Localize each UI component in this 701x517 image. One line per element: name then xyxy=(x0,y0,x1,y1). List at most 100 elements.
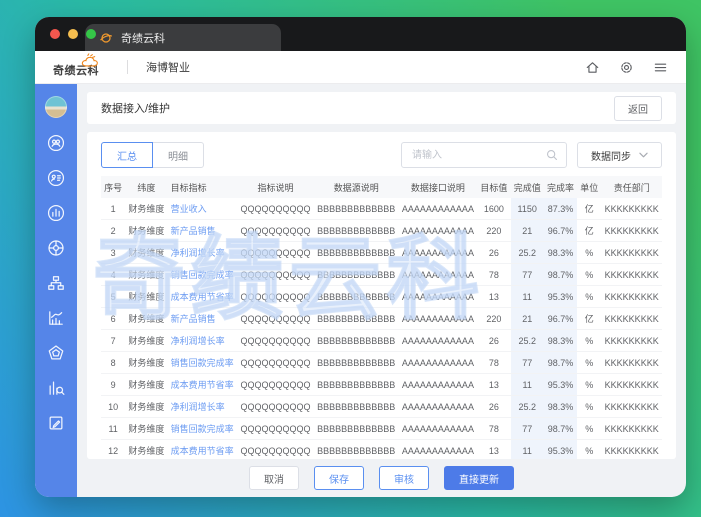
cell-interface_desc: AAAAAAAAAAAA xyxy=(398,241,478,264)
org-name: 海博智业 xyxy=(146,62,190,74)
cell-rate: 96.7% xyxy=(543,307,578,330)
sidebar-analytics-search-icon[interactable] xyxy=(46,378,66,398)
cell-unit: % xyxy=(577,241,602,264)
cell-completed: 1150 xyxy=(510,198,544,220)
cell-interface_desc: AAAAAAAAAAAA xyxy=(398,417,478,440)
cell-department: KKKKKKKKK xyxy=(601,263,662,286)
tab-detail[interactable]: 明细 xyxy=(152,142,204,168)
column-header-interface_desc: 数据接口说明 xyxy=(398,176,478,198)
cell-source_desc: BBBBBBBBBBBBB xyxy=(313,285,399,308)
sidebar-globe-icon[interactable] xyxy=(46,238,66,258)
cell-target: 26 xyxy=(477,241,511,264)
data-sync-button[interactable]: 数据同步 xyxy=(577,142,662,168)
table-row: 7 财务维度 净利润增长率 QQQQQQQQQQ BBBBBBBBBBBBB AAAAAA… xyxy=(101,329,662,352)
cell-rate: 98.7% xyxy=(543,417,578,440)
table-row: 10 财务维度 净利润增长率 QQQQQQQQQQ BBBBBBBBBBBBB AAAAA… xyxy=(101,395,662,418)
cell-department: KKKKKKKKK xyxy=(601,307,662,330)
save-button[interactable]: 保存 xyxy=(314,466,364,490)
back-button[interactable]: 返回 xyxy=(614,95,662,121)
cell-indicator[interactable]: 成本费用节省率 xyxy=(167,439,238,459)
user-avatar[interactable] xyxy=(45,96,67,118)
table-row: 4 财务维度 销售回款完成率 QQQQQQQQQQ BBBBBBBBBBBBB AAAAA… xyxy=(101,263,662,286)
home-icon[interactable] xyxy=(585,60,600,75)
cell-indicator[interactable]: 新产品销售 xyxy=(167,219,238,242)
sidebar-contacts-icon[interactable] xyxy=(46,168,66,188)
cell-seq: 3 xyxy=(101,241,126,264)
cell-indicator[interactable]: 销售回款完成率 xyxy=(167,417,238,440)
cell-seq: 11 xyxy=(101,417,126,440)
cell-indicator[interactable]: 净利润增长率 xyxy=(167,395,238,418)
cell-rate: 95.3% xyxy=(543,373,578,396)
sidebar-trend-chart-icon[interactable] xyxy=(46,308,66,328)
cell-interface_desc: AAAAAAAAAAAA xyxy=(398,307,478,330)
cell-indicator[interactable]: 营业收入 xyxy=(167,198,238,220)
maximize-window-button[interactable] xyxy=(86,29,96,39)
table-body: 1 财务维度 营业收入 QQQQQQQQQQ BBBBBBBBBBBBB AAAAAAAA… xyxy=(101,198,662,459)
sidebar-team-icon[interactable] xyxy=(46,133,66,153)
tab-title: 奇绩云科 xyxy=(121,32,165,45)
cell-department: KKKKKKKKK xyxy=(601,285,662,308)
cell-indicator[interactable]: 销售回款完成率 xyxy=(167,263,238,286)
cell-target: 220 xyxy=(477,219,511,242)
settings-icon[interactable] xyxy=(619,60,634,75)
table-row: 9 财务维度 成本费用节省率 QQQQQQQQQQ BBBBBBBBBBBBB AAAAA… xyxy=(101,373,662,396)
column-header-seq: 序号 xyxy=(101,176,126,198)
cell-indicator[interactable]: 销售回款完成率 xyxy=(167,351,238,374)
column-header-unit: 单位 xyxy=(577,176,602,198)
cell-rate: 98.3% xyxy=(543,395,578,418)
cancel-button[interactable]: 取消 xyxy=(249,466,299,490)
close-window-button[interactable] xyxy=(50,29,60,39)
search-input[interactable] xyxy=(410,148,546,162)
cell-indicator_desc: QQQQQQQQQQ xyxy=(237,395,314,418)
sidebar-bar-chart-icon[interactable] xyxy=(46,203,66,223)
cell-indicator_desc: QQQQQQQQQQ xyxy=(237,417,314,440)
review-button[interactable]: 审核 xyxy=(379,466,429,490)
cell-interface_desc: AAAAAAAAAAAA xyxy=(398,198,478,220)
cell-completed: 21 xyxy=(510,219,544,242)
cell-seq: 8 xyxy=(101,351,126,374)
sidebar-org-chart-icon[interactable] xyxy=(46,273,66,293)
column-header-target: 目标值 xyxy=(477,176,511,198)
cell-rate: 87.3% xyxy=(543,198,578,220)
table-row: 5 财务维度 成本费用节省率 QQQQQQQQQQ BBBBBBBBBBBBB AAAAA… xyxy=(101,285,662,308)
cell-dimension: 财务维度 xyxy=(125,395,168,418)
cell-indicator_desc: QQQQQQQQQQ xyxy=(237,307,314,330)
cell-department: KKKKKKKKK xyxy=(601,395,662,418)
app-logo[interactable]: 奇绩云科 xyxy=(53,53,99,78)
window-titlebar: 奇绩云科 xyxy=(35,17,686,51)
cell-indicator[interactable]: 成本费用节省率 xyxy=(167,373,238,396)
cell-seq: 9 xyxy=(101,373,126,396)
cell-completed: 25.2 xyxy=(510,241,544,264)
cell-target: 78 xyxy=(477,351,511,374)
cell-target: 26 xyxy=(477,329,511,352)
sidebar-edit-icon[interactable] xyxy=(46,413,66,433)
cell-target: 26 xyxy=(477,395,511,418)
tab-summary[interactable]: 汇总 xyxy=(101,142,153,168)
cell-source_desc: BBBBBBBBBBBBB xyxy=(313,439,399,459)
cell-indicator_desc: QQQQQQQQQQ xyxy=(237,373,314,396)
cell-indicator[interactable]: 净利润增长率 xyxy=(167,241,238,264)
cell-seq: 1 xyxy=(101,198,126,220)
cell-department: KKKKKKKKK xyxy=(601,329,662,352)
table-row: 1 财务维度 营业收入 QQQQQQQQQQ BBBBBBBBBBBBB AAAAAAAA… xyxy=(101,198,662,220)
menu-icon[interactable] xyxy=(653,60,668,75)
cell-interface_desc: AAAAAAAAAAAA xyxy=(398,373,478,396)
cell-seq: 4 xyxy=(101,263,126,286)
sidebar-pentagon-icon[interactable] xyxy=(46,343,66,363)
cell-interface_desc: AAAAAAAAAAAA xyxy=(398,285,478,308)
cell-indicator[interactable]: 净利润增长率 xyxy=(167,329,238,352)
table-row: 11 财务维度 销售回款完成率 QQQQQQQQQQ BBBBBBBBBBBBB AAAA… xyxy=(101,417,662,440)
cell-source_desc: BBBBBBBBBBBBB xyxy=(313,395,399,418)
cell-indicator[interactable]: 新产品销售 xyxy=(167,307,238,330)
data-table: 序号 纬度 目标指标 指标说明 数据源说明 数据接口说明 目标值 完成值 完成率 单位 责任部门 1… xyxy=(101,176,662,459)
cell-indicator[interactable]: 成本费用节省率 xyxy=(167,285,238,308)
cell-indicator_desc: QQQQQQQQQQ xyxy=(237,285,314,308)
browser-tab[interactable]: 奇绩云科 xyxy=(85,24,281,51)
direct-update-button[interactable]: 直接更新 xyxy=(444,466,514,490)
cell-source_desc: BBBBBBBBBBBBB xyxy=(313,198,399,220)
table-row: 12 财务维度 成本费用节省率 QQQQQQQQQQ BBBBBBBBBBBBB AAAA… xyxy=(101,439,662,459)
cell-completed: 11 xyxy=(510,285,544,308)
minimize-window-button[interactable] xyxy=(68,29,78,39)
cell-unit: % xyxy=(577,351,602,374)
cell-unit: % xyxy=(577,395,602,418)
